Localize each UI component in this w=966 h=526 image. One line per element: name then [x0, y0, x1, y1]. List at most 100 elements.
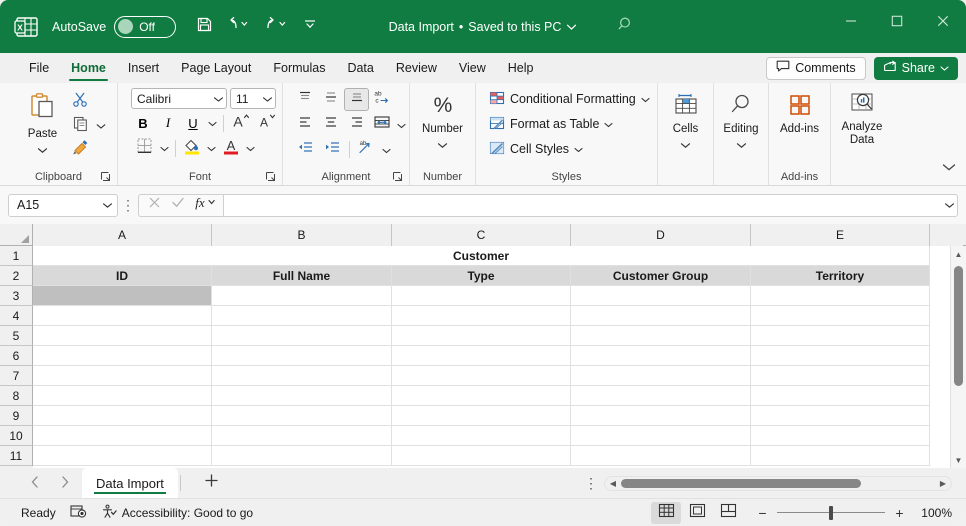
cell-E5[interactable]	[751, 326, 930, 346]
decrease-font-size-button[interactable]: A	[254, 112, 279, 134]
cell-A2[interactable]: ID	[33, 266, 212, 286]
formula-input[interactable]	[223, 194, 958, 217]
analyze-data-button[interactable]: Analyze Data	[834, 89, 890, 146]
horizontal-scroll-thumb[interactable]	[621, 479, 861, 488]
accessibility-status-button[interactable]: Accessibility: Good to go	[94, 502, 260, 524]
cell-A5[interactable]	[33, 326, 212, 346]
normal-view-button[interactable]	[651, 502, 681, 524]
cell-D5[interactable]	[571, 326, 751, 346]
collapse-ribbon-button[interactable]	[938, 157, 960, 179]
expand-formula-bar-button[interactable]	[940, 194, 958, 217]
font-color-dropdown[interactable]	[244, 137, 257, 159]
cell-D2[interactable]: Customer Group	[571, 266, 751, 286]
cell-B11[interactable]	[212, 446, 392, 466]
share-button[interactable]: Share	[874, 57, 958, 80]
cell-A11[interactable]	[33, 446, 212, 466]
cell-D4[interactable]	[571, 306, 751, 326]
tab-insert[interactable]: Insert	[117, 53, 170, 83]
autosave-toggle[interactable]: Off	[114, 16, 176, 38]
copy-dropdown[interactable]	[94, 114, 108, 137]
zoom-in-button[interactable]: +	[893, 505, 906, 521]
cell-A8[interactable]	[33, 386, 212, 406]
page-break-preview-button[interactable]	[713, 502, 743, 524]
cell-D3[interactable]	[571, 286, 751, 306]
italic-button[interactable]: I	[156, 112, 180, 134]
formula-bar-options[interactable]: ⋮	[120, 197, 136, 214]
cell-C5[interactable]	[392, 326, 571, 346]
zoom-out-button[interactable]: −	[756, 505, 769, 521]
redo-button[interactable]	[258, 13, 294, 41]
cell-A6[interactable]	[33, 346, 212, 366]
column-header-partial[interactable]	[930, 224, 963, 246]
font-size-combo[interactable]: 11	[230, 88, 276, 109]
row-header-6[interactable]: 6	[0, 346, 33, 366]
row-header-7[interactable]: 7	[0, 366, 33, 386]
vertical-scroll-thumb[interactable]	[954, 266, 963, 386]
align-middle-button[interactable]	[318, 88, 343, 111]
cell-A10[interactable]	[33, 426, 212, 446]
cell-B7[interactable]	[212, 366, 392, 386]
cell-C11[interactable]	[392, 446, 571, 466]
cell-E4[interactable]	[751, 306, 930, 326]
cell-B5[interactable]	[212, 326, 392, 346]
add-ins-button[interactable]: Add-ins	[773, 91, 827, 135]
cell-E7[interactable]	[751, 366, 930, 386]
scroll-left-arrow-icon[interactable]: ◀	[605, 479, 621, 488]
column-header-A[interactable]: A	[33, 224, 212, 246]
tab-data[interactable]: Data	[336, 53, 384, 83]
cell-B4[interactable]	[212, 306, 392, 326]
align-left-button[interactable]	[292, 113, 317, 136]
font-name-combo[interactable]: Calibri	[131, 88, 227, 109]
enter-entry-button[interactable]	[166, 195, 190, 216]
more-options-button[interactable]: ⋮	[582, 475, 600, 492]
cell-B6[interactable]	[212, 346, 392, 366]
cells-button[interactable]: Cells	[661, 91, 711, 154]
scroll-down-arrow-icon[interactable]: ▼	[951, 452, 966, 468]
cell-C8[interactable]	[392, 386, 571, 406]
fill-color-button[interactable]	[180, 137, 204, 159]
row-header-4[interactable]: 4	[0, 306, 33, 326]
horizontal-scrollbar[interactable]: ◀ ▶	[604, 476, 952, 491]
document-title-button[interactable]: Data Import • Saved to this PC	[389, 20, 578, 34]
next-sheet-button[interactable]	[52, 471, 78, 495]
align-bottom-button[interactable]	[344, 88, 369, 111]
add-sheet-button[interactable]	[197, 471, 227, 495]
save-button[interactable]	[190, 13, 218, 41]
cell-D11[interactable]	[571, 446, 751, 466]
zoom-slider-handle[interactable]	[829, 506, 833, 520]
row-header-9[interactable]: 9	[0, 406, 33, 426]
borders-dropdown[interactable]	[158, 137, 171, 159]
scroll-up-arrow-icon[interactable]: ▲	[951, 246, 966, 262]
cell-C3[interactable]	[392, 286, 571, 306]
cell-C2[interactable]: Type	[392, 266, 571, 286]
column-header-E[interactable]: E	[751, 224, 930, 246]
cell-B2[interactable]: Full Name	[212, 266, 392, 286]
cell-E6[interactable]	[751, 346, 930, 366]
tab-page-layout[interactable]: Page Layout	[170, 53, 262, 83]
cell-E2[interactable]: Territory	[751, 266, 930, 286]
cell-C9[interactable]	[392, 406, 571, 426]
cell-B9[interactable]	[212, 406, 392, 426]
cell-D10[interactable]	[571, 426, 751, 446]
align-center-button[interactable]	[318, 113, 343, 136]
customize-quick-access-toolbar-button[interactable]	[296, 13, 324, 41]
cell-A3[interactable]	[33, 286, 212, 306]
cell-C10[interactable]	[392, 426, 571, 446]
name-box[interactable]: A15	[8, 194, 118, 217]
row-header-2[interactable]: 2	[0, 266, 33, 286]
scroll-right-arrow-icon[interactable]: ▶	[935, 479, 951, 488]
cell-B3[interactable]	[212, 286, 392, 306]
underline-dropdown[interactable]	[206, 112, 219, 134]
alignment-dialog-launcher[interactable]	[392, 170, 404, 182]
cell-A4[interactable]	[33, 306, 212, 326]
cell-A9[interactable]	[33, 406, 212, 426]
chevron-down-icon[interactable]	[37, 141, 48, 159]
cell-E11[interactable]	[751, 446, 930, 466]
cell-B8[interactable]	[212, 386, 392, 406]
tab-formulas[interactable]: Formulas	[262, 53, 336, 83]
row-header-5[interactable]: 5	[0, 326, 33, 346]
font-dialog-launcher[interactable]	[265, 170, 277, 182]
row-header-1[interactable]: 1	[0, 246, 33, 266]
align-top-button[interactable]	[292, 88, 317, 111]
cell-D9[interactable]	[571, 406, 751, 426]
